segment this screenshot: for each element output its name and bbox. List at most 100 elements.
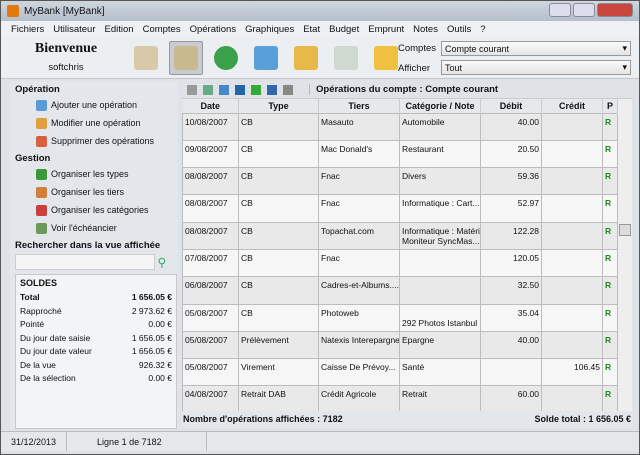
cell-debit: 120.05 bbox=[480, 248, 542, 278]
column-header[interactable]: P bbox=[602, 99, 618, 113]
tiers-icon bbox=[36, 186, 47, 198]
table-row[interactable]: 08/08/2007 CB Topachat.com Informatique : M… bbox=[182, 221, 618, 250]
scrollbar-thumb[interactable] bbox=[619, 224, 631, 236]
table-row[interactable]: 05/08/2007 CB Photoweb 292 Photos Istanbul… bbox=[182, 303, 618, 332]
cell-tiers: Topachat.com bbox=[318, 221, 400, 250]
calculator-icon[interactable] bbox=[283, 84, 293, 95]
menu-10[interactable]: Outils bbox=[447, 24, 471, 35]
column-header[interactable]: Catégorie / Note bbox=[399, 99, 481, 113]
cell-date: 08/08/2007 bbox=[182, 194, 239, 223]
sidebar-gestion-item[interactable]: Organiser les types bbox=[10, 165, 178, 183]
comptes-select[interactable]: Compte courant bbox=[441, 41, 631, 56]
column-header[interactable]: Date bbox=[182, 99, 239, 113]
column-header[interactable]: Type bbox=[238, 99, 319, 113]
sidebar-operation-item[interactable]: Supprimer des opérations bbox=[10, 132, 178, 150]
pin-icon[interactable] bbox=[267, 84, 277, 95]
afficher-select[interactable]: Tout bbox=[441, 60, 631, 75]
solde-value: 0.00 € bbox=[148, 319, 172, 329]
excel-icon[interactable] bbox=[251, 84, 261, 95]
search-icon[interactable] bbox=[203, 84, 213, 95]
sidebar-gestion-item[interactable]: Organiser les tiers bbox=[10, 183, 178, 201]
filter-icon[interactable] bbox=[187, 84, 197, 95]
copy-icon[interactable] bbox=[219, 84, 229, 95]
table-row[interactable]: 08/08/2007 CB Fnac Divers 59.36 R bbox=[182, 167, 618, 196]
cell-credit: 106.45 bbox=[541, 358, 603, 387]
cell-categorie: Automobile bbox=[399, 112, 481, 141]
column-header[interactable]: Crédit bbox=[541, 99, 603, 113]
coins-button[interactable] bbox=[289, 41, 323, 75]
solde-label: Rapproché bbox=[20, 305, 62, 316]
add-operation-icon bbox=[36, 99, 47, 111]
solde-value: 926.32 € bbox=[138, 359, 172, 370]
cell-type: CB bbox=[238, 303, 319, 332]
solde-value: 1 656.05 € bbox=[131, 292, 172, 302]
delete-operation-icon bbox=[36, 135, 47, 147]
status-bar: 31/12/2013 Ligne 1 de 7182 bbox=[1, 431, 639, 451]
menu-4[interactable]: Opérations bbox=[190, 24, 236, 35]
search-label: Rechercher dans la vue affichée bbox=[15, 240, 161, 251]
table-row[interactable]: 07/08/2007 CB Fnac 120.05 R bbox=[182, 248, 618, 278]
menu-3[interactable]: Comptes bbox=[143, 24, 181, 35]
list-button[interactable] bbox=[249, 41, 283, 75]
pie-chart-icon bbox=[214, 46, 238, 70]
gestion-section-title: Gestion bbox=[15, 153, 51, 164]
search-input[interactable] bbox=[15, 254, 155, 270]
menu-5[interactable]: Graphiques bbox=[245, 24, 294, 35]
cell-p: R bbox=[602, 167, 618, 196]
table-row[interactable]: 04/08/2007 Retrait DAB Crédit Agricole Retr… bbox=[182, 385, 618, 414]
cell-debit: 20.50 bbox=[480, 139, 542, 169]
column-header[interactable]: Tiers bbox=[318, 99, 400, 113]
close-button[interactable] bbox=[597, 3, 633, 17]
menu-6[interactable]: Etat bbox=[303, 24, 320, 35]
list-icon bbox=[254, 46, 278, 70]
search-icon[interactable]: ⚲ bbox=[158, 256, 167, 270]
minimize-button[interactable] bbox=[549, 3, 571, 17]
column-header[interactable]: Débit bbox=[480, 99, 542, 113]
menu-11[interactable]: ? bbox=[480, 24, 485, 35]
table-row[interactable]: 08/08/2007 CB Fnac Informatique : Cart... 52… bbox=[182, 194, 618, 223]
table-row[interactable]: 05/08/2007 Virement Caisse De Prévoy... San… bbox=[182, 358, 618, 387]
card-icon[interactable] bbox=[235, 84, 245, 95]
solde-total: Solde total : 1 656.05 € bbox=[534, 414, 631, 424]
solde-row: Du jour date valeur 1 656.05 € bbox=[20, 346, 172, 360]
pie-chart-button[interactable] bbox=[209, 41, 243, 75]
vertical-scrollbar[interactable] bbox=[618, 99, 632, 411]
table-row[interactable]: 10/08/2007 CB Masauto Automobile 40.00 R bbox=[182, 112, 618, 141]
table-row[interactable]: 05/08/2007 Prélèvement Natexis Interepargn… bbox=[182, 330, 618, 360]
table-row[interactable]: 06/08/2007 CB Cadres-et-Albums.... 32.50 R bbox=[182, 276, 618, 305]
app-window: MyBank [MyBank] Fichiers Utilisateur Editi… bbox=[0, 0, 640, 455]
menu-7[interactable]: Budget bbox=[329, 24, 359, 35]
book-button[interactable] bbox=[169, 41, 203, 75]
menu-0[interactable]: Fichiers bbox=[11, 24, 44, 35]
calendar-icon bbox=[36, 222, 47, 234]
cell-tiers: Crédit Agricole bbox=[318, 385, 400, 414]
menu-1[interactable]: Utilisateur bbox=[53, 24, 95, 35]
status-date: 31/12/2013 bbox=[1, 432, 68, 451]
window-title: MyBank [MyBank] bbox=[24, 5, 105, 17]
home-icon bbox=[134, 46, 158, 70]
cell-type: Retrait DAB bbox=[238, 385, 319, 414]
cell-debit: 40.00 bbox=[480, 330, 542, 360]
cell-categorie: Restaurant bbox=[399, 139, 481, 169]
operations-count: Nombre d'opérations affichées : 7182 bbox=[183, 414, 343, 424]
cell-p: R bbox=[602, 358, 618, 387]
sidebar-operation-item[interactable]: Modifier une opération bbox=[10, 114, 178, 132]
menu-2[interactable]: Edition bbox=[105, 24, 134, 35]
cell-p: R bbox=[602, 221, 618, 250]
toolbar: Bienvenue softchris Comptes Compte couran… bbox=[1, 38, 639, 79]
menu-8[interactable]: Emprunt bbox=[368, 24, 404, 35]
cell-debit: 60.00 bbox=[480, 385, 542, 414]
cell-tiers: Mac Donald's bbox=[318, 139, 400, 169]
line-chart-button[interactable] bbox=[329, 41, 363, 75]
solde-label: De la vue bbox=[20, 359, 56, 370]
cell-tiers: Masauto bbox=[318, 112, 400, 141]
menu-9[interactable]: Notes bbox=[413, 24, 438, 35]
sidebar-operation-item[interactable]: Ajouter une opération bbox=[10, 96, 178, 114]
home-button[interactable] bbox=[129, 41, 163, 75]
cell-tiers: Photoweb bbox=[318, 303, 400, 332]
sidebar-gestion-item[interactable]: Organiser les catégories bbox=[10, 201, 178, 219]
maximize-button[interactable] bbox=[573, 3, 595, 17]
sidebar-gestion-item[interactable]: Voir l'échéancier bbox=[10, 219, 178, 237]
afficher-label: Afficher bbox=[398, 63, 431, 74]
table-row[interactable]: 09/08/2007 CB Mac Donald's Restaurant 20.50 R bbox=[182, 139, 618, 169]
